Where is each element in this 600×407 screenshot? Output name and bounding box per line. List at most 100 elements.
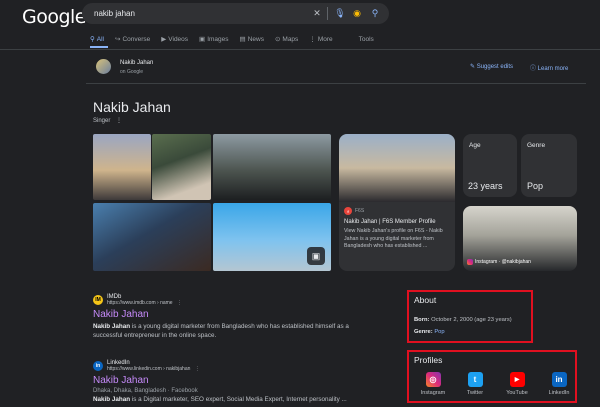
- instagram-icon: ◎: [425, 372, 441, 387]
- info-icon: ⓘ: [530, 66, 538, 72]
- tab-maps[interactable]: ⊙ Maps: [275, 33, 298, 45]
- entity-bar-name[interactable]: Nakib Jahan: [120, 60, 153, 66]
- instagram-thumb-caption: Instagram · @nakibjahan: [467, 259, 531, 265]
- result-url-row: https://www.linkedin.com › nakibjahan ⋮: [107, 366, 200, 372]
- f6s-favicon: f: [344, 207, 352, 215]
- profiles-title: Profiles: [414, 355, 443, 365]
- more-images-icon[interactable]: ▣: [307, 247, 325, 265]
- snippet-text: is a Digital marketer, SEO expert, Socia…: [130, 396, 347, 403]
- tab-images[interactable]: ▣ Images: [199, 33, 228, 45]
- genre-label: Genre: [527, 142, 546, 149]
- age-label: Age: [469, 142, 481, 149]
- search-bar[interactable]: ✕ 🎙 ◉ ⚲: [82, 3, 389, 24]
- more-vert-icon[interactable]: ⋮: [177, 300, 182, 306]
- image-thumbnail[interactable]: [152, 134, 211, 200]
- image-thumbnail[interactable]: [93, 203, 211, 271]
- result-title-link[interactable]: Nakib Jahan: [93, 375, 393, 386]
- pencil-icon: ✎: [470, 64, 477, 70]
- linkedin-icon: in: [551, 372, 567, 387]
- search-tabs: ⚲ All ↪ Converse ▶ Videos ▣ Images ▤ News ⊙ Ma…: [90, 33, 385, 45]
- born-value: October 2, 2000 (age 23 years): [431, 317, 512, 323]
- more-vert-icon[interactable]: ⋮: [195, 366, 200, 372]
- lens-icon[interactable]: ◉: [350, 6, 364, 20]
- profile-label: LinkedIn: [548, 390, 570, 396]
- profile-linkedin[interactable]: in LinkedIn: [540, 372, 578, 396]
- tab-label: News: [247, 35, 264, 43]
- profile-twitter[interactable]: t Twitter: [456, 372, 494, 396]
- microphone-icon[interactable]: 🎙: [333, 6, 347, 20]
- suggest-edits-link[interactable]: ✎ Suggest edits: [470, 63, 513, 70]
- snippet-highlight: Nakib Jahan: [93, 323, 131, 330]
- instagram-thumb-label: Instagram · @nakibjahan: [475, 259, 531, 265]
- more-vert-icon: ⋮: [309, 36, 316, 43]
- tab-videos[interactable]: ▶ Videos: [161, 33, 188, 45]
- tab-label: Converse: [122, 35, 151, 43]
- entity-title: Nakib Jahan: [93, 99, 171, 115]
- search-divider: [327, 7, 328, 20]
- about-panel: About Born: October 2, 2000 (age 23 year…: [407, 290, 533, 343]
- entity-subtitle-text: Singer: [93, 118, 111, 124]
- imdb-favicon: IM: [93, 295, 103, 305]
- f6s-card-snippet: View Nakib Jahan's profile on F6S - Naki…: [344, 228, 443, 249]
- f6s-source: F6S: [355, 208, 365, 214]
- suggest-edits-label: Suggest edits: [476, 64, 514, 70]
- profiles-list: ◎ Instagram t Twitter ▶ YouTube in Linke…: [414, 372, 578, 396]
- tab-label: Tools: [358, 35, 374, 43]
- profile-instagram[interactable]: ◎ Instagram: [414, 372, 452, 396]
- age-value: 23 years: [468, 181, 503, 191]
- search-result: IM IMDb https://www.imdb.com › name ⋮ Na…: [93, 294, 393, 340]
- header-divider: [0, 49, 600, 50]
- genre-label: Genre:: [414, 329, 433, 335]
- tab-all[interactable]: ⚲ All: [90, 33, 104, 45]
- result-url-row: https://www.imdb.com › name ⋮: [107, 300, 182, 306]
- image-thumbnail[interactable]: [93, 134, 151, 200]
- genre-card[interactable]: Genre Pop: [521, 134, 577, 197]
- result-snippet: Nakib Jahan is a young digital marketer …: [93, 322, 353, 340]
- about-genre-row: Genre: Pop: [414, 329, 445, 335]
- entity-bar-source: on Google: [120, 69, 144, 75]
- entity-bar-divider: [86, 83, 586, 84]
- genre-value: Pop: [527, 181, 544, 191]
- search-input[interactable]: [94, 6, 294, 21]
- more-vert-icon[interactable]: ⋮: [116, 118, 122, 124]
- tab-converse[interactable]: ↪ Converse: [115, 33, 150, 45]
- about-born-row: Born: October 2, 2000 (age 23 years): [414, 317, 512, 323]
- google-logo[interactable]: Google: [22, 6, 87, 28]
- age-card[interactable]: Age 23 years: [463, 134, 517, 197]
- video-icon: ▶: [161, 36, 167, 43]
- f6s-card[interactable]: f F6S Nakib Jahan | F6S Member Profile V…: [339, 134, 455, 271]
- tab-news[interactable]: ▤ News: [240, 33, 264, 45]
- tab-label: All: [96, 35, 104, 43]
- born-label: Born:: [414, 317, 430, 323]
- result-snippet: Nakib Jahan is a Digital marketer, SEO e…: [93, 395, 363, 404]
- entity-subtitle: Singer ⋮: [93, 117, 122, 124]
- result-title-link[interactable]: Nakib Jahan: [93, 309, 393, 320]
- tab-label: Maps: [282, 35, 299, 43]
- f6s-card-title: Nakib Jahan | F6S Member Profile: [344, 219, 436, 225]
- image-thumbnail[interactable]: [213, 134, 331, 200]
- linkedin-favicon: in: [93, 361, 103, 371]
- learn-more-link[interactable]: ⓘ Learn more: [530, 63, 568, 72]
- genre-link[interactable]: Pop: [434, 329, 444, 335]
- learn-more-label: Learn more: [537, 66, 569, 72]
- avatar[interactable]: [96, 59, 111, 74]
- profile-youtube[interactable]: ▶ YouTube: [498, 372, 536, 396]
- tab-label: More: [317, 35, 333, 43]
- tab-more[interactable]: ⋮ More: [309, 33, 332, 45]
- tab-label: Images: [207, 35, 229, 43]
- snippet-text: is a young digital marketer from Banglad…: [93, 323, 349, 339]
- profile-label: YouTube: [506, 390, 528, 396]
- search-small-icon: ⚲: [90, 36, 95, 43]
- snippet-highlight: Nakib Jahan: [93, 396, 131, 403]
- profile-label: Twitter: [466, 390, 484, 396]
- instagram-thumbnail[interactable]: Instagram · @nakibjahan: [463, 206, 577, 271]
- result-url[interactable]: https://www.linkedin.com › nakibjahan: [107, 366, 190, 372]
- tab-tools[interactable]: Tools: [359, 33, 374, 45]
- search-icon[interactable]: ⚲: [368, 6, 382, 20]
- clear-icon[interactable]: ✕: [310, 6, 324, 20]
- instagram-icon: [467, 259, 473, 265]
- about-title: About: [414, 295, 437, 305]
- result-url[interactable]: https://www.imdb.com › name: [107, 300, 173, 306]
- converse-icon: ↪: [115, 36, 121, 43]
- youtube-icon: ▶: [509, 372, 525, 387]
